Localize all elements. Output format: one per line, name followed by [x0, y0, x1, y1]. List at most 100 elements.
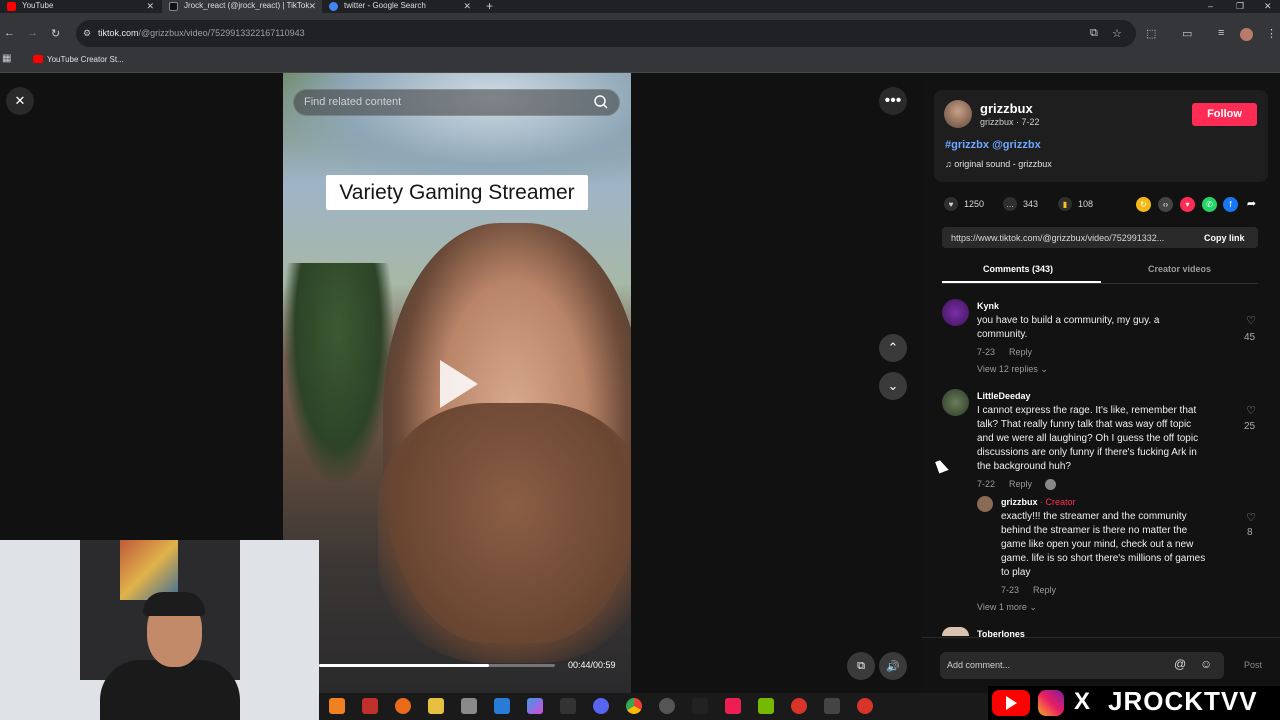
post-comment-button[interactable]: Post	[1244, 660, 1262, 670]
folder-icon[interactable]	[428, 698, 444, 714]
tab-tiktok[interactable]: Jrock_react (@jrock_react) | TikTok ✕	[162, 0, 322, 13]
post-hashtags[interactable]: #grizzbx @grizzbx	[945, 139, 1041, 151]
search-icon[interactable]	[592, 93, 610, 111]
nvidia-icon[interactable]	[758, 698, 774, 714]
whatsapp-icon[interactable]: ✆	[1202, 197, 1217, 212]
apps-grid-icon[interactable]: ▦	[2, 53, 11, 64]
like-count: 1250	[964, 199, 985, 209]
embed-icon[interactable]: ‹›	[1158, 197, 1173, 212]
comment-author[interactable]: LittleDeeday	[977, 391, 1031, 401]
close-tab-icon[interactable]: ✕	[146, 0, 154, 12]
heart-outline-icon[interactable]: ♡	[1243, 314, 1259, 327]
comment-stat[interactable]: … 343	[1003, 197, 1038, 211]
epic-games-icon[interactable]	[560, 698, 576, 714]
tab-creator-videos[interactable]: Creator videos	[1148, 264, 1211, 274]
taskbar-app-icon[interactable]	[395, 698, 411, 714]
share-arrow-icon[interactable]: ➦	[1244, 197, 1259, 212]
reply-button[interactable]: Reply	[1009, 347, 1032, 357]
tab-youtube[interactable]: YouTube ✕	[0, 0, 160, 13]
youtube-play-glyph	[1006, 696, 1017, 710]
related-search-placeholder: Find related content	[304, 96, 402, 108]
video-frame-beard	[378, 403, 631, 663]
discord-icon[interactable]	[593, 698, 609, 714]
taskbar-app-icon[interactable]	[824, 698, 840, 714]
close-tab-icon[interactable]: ✕	[463, 0, 471, 12]
video-caption: Variety Gaming Streamer	[326, 175, 588, 210]
taskbar-app-icon[interactable]	[461, 698, 477, 714]
extensions-icon[interactable]: ⬚	[1146, 27, 1156, 40]
close-tab-icon[interactable]: ✕	[308, 0, 316, 12]
creator-liked-avatar	[1045, 479, 1056, 490]
avatar[interactable]	[977, 496, 993, 512]
cast-icon[interactable]: ▭	[1182, 27, 1192, 40]
close-window-icon[interactable]: ✕	[1264, 0, 1272, 12]
new-tab-button[interactable]: +	[486, 0, 493, 12]
author-avatar[interactable]	[944, 100, 972, 128]
reload-icon[interactable]: ↻	[51, 27, 60, 40]
comment-text: you have to build a community, my guy. a	[977, 315, 1160, 326]
site-info-icon[interactable]: ⚙	[83, 28, 91, 39]
outlook-icon[interactable]	[494, 698, 510, 714]
miniplayer-icon[interactable]: ⧉	[847, 652, 875, 680]
back-icon[interactable]: ←	[4, 27, 15, 39]
heart-outline-icon[interactable]: ♡	[1243, 404, 1259, 417]
send-icon[interactable]: ▾	[1180, 197, 1195, 212]
media-icon[interactable]: ≡	[1218, 27, 1224, 39]
emoji-icon[interactable]: ☺	[1200, 657, 1212, 671]
mention-icon[interactable]: @	[1174, 657, 1186, 671]
profile-avatar[interactable]	[1240, 28, 1253, 41]
reply-button[interactable]: Reply	[1009, 479, 1032, 489]
taskbar-app-icon[interactable]	[857, 698, 873, 714]
taskbar-app-icon[interactable]	[791, 698, 807, 714]
taskbar-app-icon[interactable]	[329, 698, 345, 714]
comment-author[interactable]: Kynk	[977, 301, 999, 311]
avatar[interactable]	[942, 389, 969, 416]
view-replies-button[interactable]: View 12 replies ⌄	[977, 364, 1048, 375]
save-stat[interactable]: ▮ 108	[1058, 197, 1093, 211]
avatar[interactable]	[942, 627, 969, 636]
author-name[interactable]: grizzbux	[980, 101, 1033, 116]
reply-text: exactly!!! the streamer and the communit…	[1001, 511, 1187, 522]
copilot-icon[interactable]	[527, 698, 543, 714]
reply-author[interactable]: grizzbux · Creator	[1001, 497, 1076, 507]
comment-date: 7-23	[977, 347, 996, 357]
comment-date: 7-22	[977, 479, 996, 489]
follow-button[interactable]: Follow	[1192, 103, 1257, 126]
minimize-icon[interactable]: –	[1208, 0, 1213, 12]
obs-icon[interactable]	[659, 698, 675, 714]
view-more-button[interactable]: View 1 more ⌄	[977, 602, 1037, 613]
comment-text: and we were all laughing? Oh I guess the…	[977, 433, 1199, 444]
tiktok-icon[interactable]	[725, 698, 741, 714]
facebook-icon[interactable]: f	[1223, 197, 1238, 212]
tab-google[interactable]: twitter - Google Search ✕	[322, 0, 477, 13]
menu-kebab-icon[interactable]: ⋮	[1266, 27, 1277, 40]
avatar[interactable]	[942, 299, 969, 326]
volume-icon[interactable]: 🔊	[879, 652, 907, 680]
heart-outline-icon[interactable]: ♡	[1243, 511, 1259, 524]
video-timecode: 00:44/00:59	[568, 660, 616, 670]
url-text[interactable]: tiktok.com/@grizzbux/video/7529913322167…	[98, 28, 305, 38]
more-options-icon[interactable]: •••	[879, 87, 907, 115]
install-icon[interactable]: ⧉	[1090, 27, 1098, 40]
reply-text: game. life is so short there's millions …	[1001, 553, 1206, 564]
next-video-icon[interactable]: ⌄	[879, 372, 907, 400]
play-icon[interactable]	[440, 360, 478, 408]
repost-icon[interactable]: ↻	[1136, 197, 1151, 212]
close-icon[interactable]: ✕	[6, 87, 34, 115]
sound-link[interactable]: ♫ original sound - grizzbux	[945, 159, 1052, 169]
previous-video-icon[interactable]: ⌃	[879, 334, 907, 362]
like-stat[interactable]: ♥ 1250	[944, 197, 984, 211]
forward-icon[interactable]: →	[27, 27, 38, 39]
chrome-icon[interactable]	[626, 698, 642, 714]
bookmark-youtube-creator[interactable]: YouTube Creator St...	[47, 55, 124, 64]
share-link-text[interactable]: https://www.tiktok.com/@grizzbux/video/7…	[951, 233, 1164, 243]
maximize-icon[interactable]: ❐	[1236, 0, 1244, 12]
bookmark-star-icon[interactable]: ☆	[1112, 27, 1122, 40]
copy-link-button[interactable]: Copy link	[1204, 233, 1245, 243]
tab-comments[interactable]: Comments (343)	[983, 264, 1053, 274]
stream-brand-name: JROCKTVV	[1108, 686, 1258, 716]
comment-text: discussions are only funny if there's fu…	[977, 447, 1197, 458]
reply-button[interactable]: Reply	[1033, 585, 1056, 595]
taskbar-app-icon[interactable]	[362, 698, 378, 714]
taskbar-app-icon[interactable]	[692, 698, 708, 714]
